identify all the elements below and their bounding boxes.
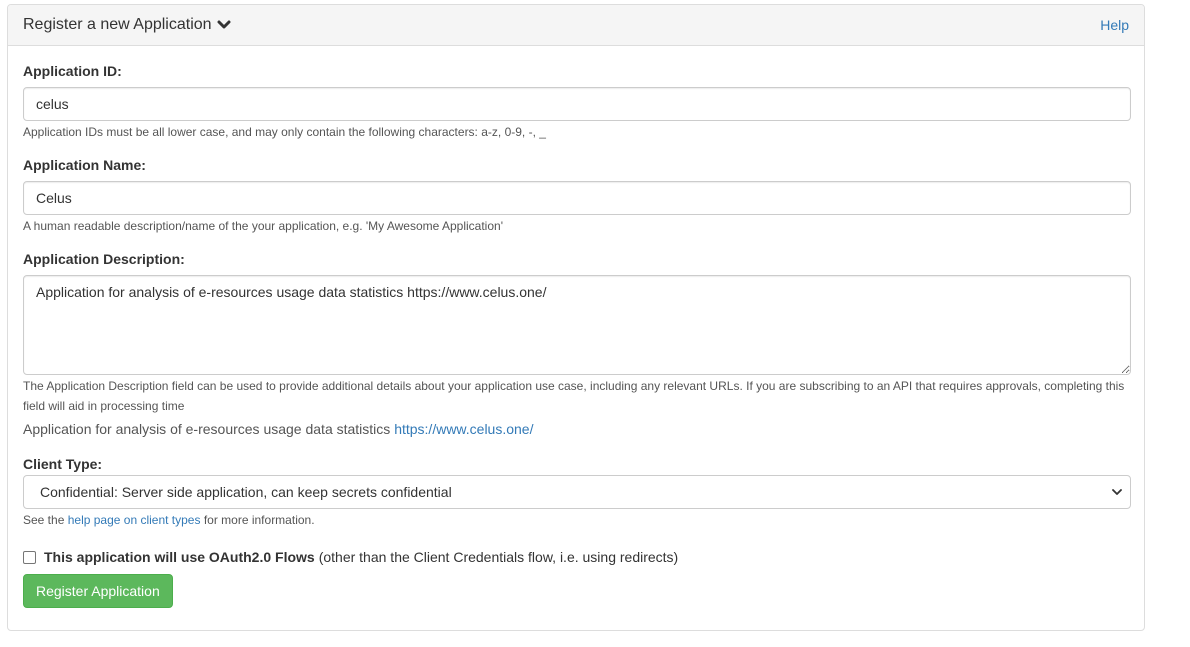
panel-title[interactable]: Register a new Application <box>23 16 231 34</box>
app-description-preview: Application for analysis of e-resources … <box>23 421 533 437</box>
app-name-label: Application Name: <box>23 157 146 173</box>
app-id-label: Application ID: <box>23 63 122 79</box>
panel-title-text: Register a new Application <box>23 16 212 33</box>
client-type-label: Client Type: <box>23 456 103 472</box>
client-type-select[interactable]: Confidential: Server side application, c… <box>23 475 1131 509</box>
app-name-help: A human readable description/name of the… <box>23 219 503 233</box>
chevron-down-icon <box>1112 489 1122 495</box>
app-description-label: Application Description: <box>23 251 185 267</box>
register-application-panel: Register a new Application Help Applicat… <box>7 4 1145 631</box>
client-type-help-prefix: See the <box>23 513 65 527</box>
oauth-flows-row: This application will use OAuth2.0 Flows… <box>23 549 678 565</box>
client-type-selected: Confidential: Server side application, c… <box>40 484 452 500</box>
oauth-flows-label-extra: (other than the Client Credentials flow,… <box>318 549 679 565</box>
register-application-button[interactable]: Register Application <box>23 574 173 608</box>
help-link[interactable]: Help <box>1100 17 1129 33</box>
preview-text: Application for analysis of e-resources … <box>23 421 391 437</box>
app-description-textarea[interactable]: Application for analysis of e-resources … <box>23 275 1131 375</box>
app-id-help: Application IDs must be all lower case, … <box>23 125 546 139</box>
client-types-help-link[interactable]: help page on client types <box>68 513 201 527</box>
oauth-flows-checkbox[interactable] <box>23 550 36 564</box>
client-type-help-suffix: for more information. <box>203 513 315 527</box>
app-id-input[interactable] <box>23 87 1131 121</box>
panel-heading: Register a new Application Help <box>8 5 1144 46</box>
oauth-flows-label-bold: This application will use OAuth2.0 Flows <box>44 549 315 565</box>
app-name-input[interactable] <box>23 181 1131 215</box>
preview-link[interactable]: https://www.celus.one/ <box>394 421 533 437</box>
app-description-help: The Application Description field can be… <box>23 379 1125 413</box>
client-type-help: See the help page on client types for mo… <box>23 510 1131 530</box>
chevron-down-icon <box>217 20 231 29</box>
